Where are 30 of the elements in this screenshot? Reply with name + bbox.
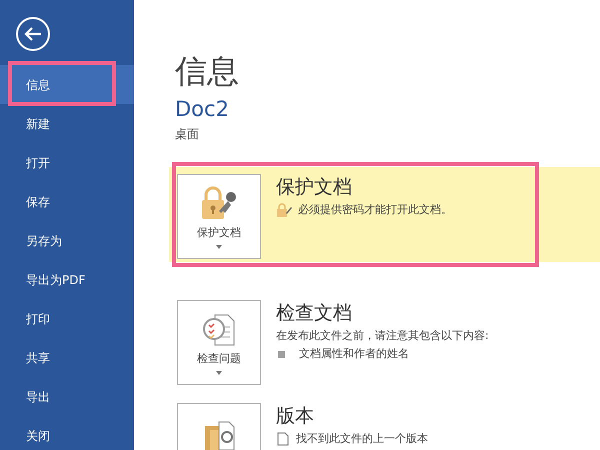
document-name: Doc2: [175, 96, 230, 124]
document-location: 桌面: [175, 126, 200, 142]
sidebar-item[interactable]: 打印: [0, 299, 134, 338]
caret-icon: [216, 245, 222, 250]
caret-icon: [216, 371, 222, 376]
versions-button[interactable]: [177, 403, 261, 450]
section-title: 保护文档: [276, 176, 353, 200]
description-text: 在发布此文件之前，请注意其包含以下内容:: [276, 329, 489, 344]
sidebar-item[interactable]: 关闭: [0, 416, 134, 450]
list-item: 文档属性和作者的姓名: [299, 347, 409, 362]
section-title: 版本: [276, 405, 315, 428]
sidebar-item[interactable]: 打开: [0, 143, 134, 182]
document-icon: [276, 432, 290, 446]
sidebar-item[interactable]: 信息: [0, 65, 134, 104]
page-title: 信息: [175, 52, 240, 90]
description-text: 必须提供密码才能打开此文档。: [298, 203, 452, 218]
section-button[interactable]: 保护文档: [177, 174, 261, 260]
description-text: 找不到此文件的上一个版本: [296, 432, 428, 446]
lock-key-icon: [276, 203, 292, 218]
sidebar-item[interactable]: 新建: [0, 104, 134, 143]
sidebar-item[interactable]: 共享: [0, 338, 134, 377]
section-button[interactable]: 检查问题: [177, 300, 261, 386]
sidebar-item[interactable]: 保存: [0, 182, 134, 221]
sidebar-item[interactable]: 另存为: [0, 221, 134, 260]
bullet-icon: [278, 351, 285, 358]
lock-key-icon: [199, 184, 239, 221]
sidebar-item[interactable]: 导出: [0, 377, 134, 416]
section-title: 检查文档: [276, 302, 353, 326]
back-button[interactable]: [15, 16, 51, 52]
sidebar-item[interactable]: 导出为PDF: [0, 260, 134, 299]
